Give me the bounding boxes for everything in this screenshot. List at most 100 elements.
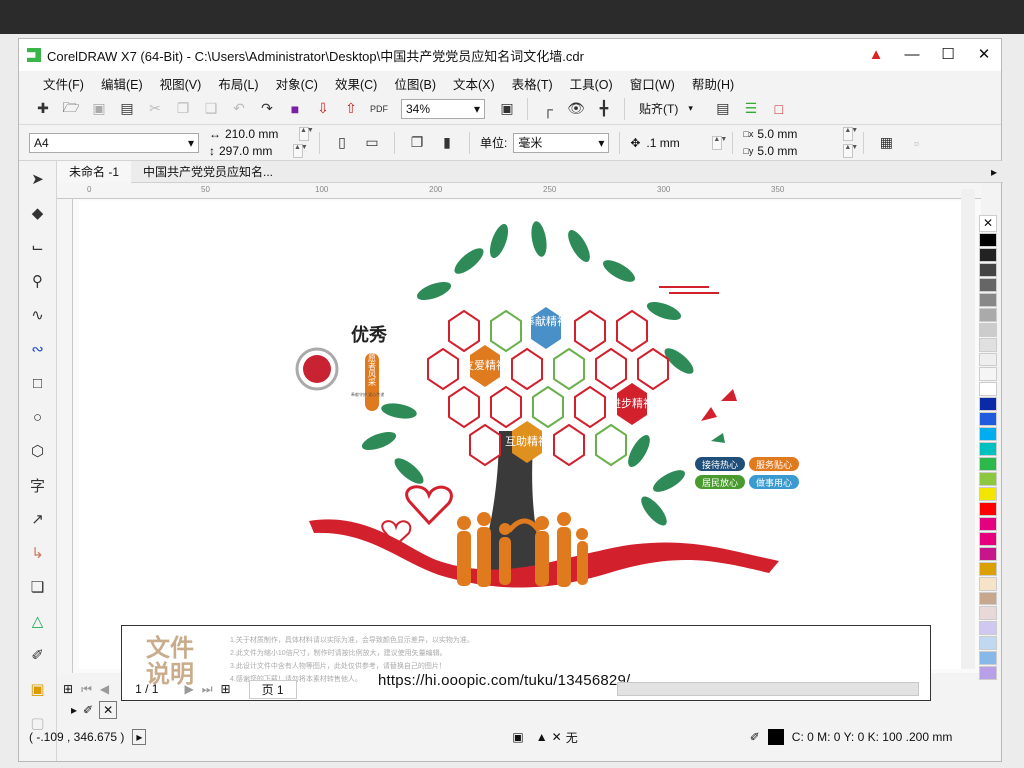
palette-swatch[interactable] xyxy=(979,636,997,651)
menu-layout[interactable]: 布局(L) xyxy=(210,71,267,93)
palette-swatch[interactable] xyxy=(979,262,997,277)
spin-icon[interactable]: ▲▼ xyxy=(299,127,314,141)
current-page-icon[interactable]: ▮ xyxy=(435,131,459,155)
palette-swatch[interactable] xyxy=(979,307,997,322)
palette-swatch[interactable] xyxy=(979,457,997,471)
page-size-dropdown[interactable]: A4 ▾ xyxy=(29,132,199,153)
menu-tools[interactable]: 工具(O) xyxy=(562,71,622,93)
tab-scroll-right-icon[interactable]: ▸ xyxy=(991,165,1003,179)
palette-swatch[interactable] xyxy=(979,606,997,621)
welcome-screen-icon[interactable]: ▤ xyxy=(711,97,735,121)
palette-swatch[interactable] xyxy=(979,666,997,681)
duplicate-x-input[interactable]: 5.0 mm xyxy=(757,127,839,141)
full-screen-icon[interactable]: ▣ xyxy=(495,97,519,121)
palette-swatch[interactable] xyxy=(979,501,997,516)
palette-swatch[interactable] xyxy=(979,247,997,262)
first-page-icon[interactable]: ⏮ xyxy=(81,682,92,697)
menu-file[interactable]: 文件(F) xyxy=(35,71,93,93)
copy-icon[interactable]: ❐ xyxy=(171,97,195,121)
menu-object[interactable]: 对象(C) xyxy=(268,71,327,93)
connector-tool-icon[interactable]: ↳ xyxy=(25,541,51,565)
duplicate-y-input[interactable]: 5.0 mm xyxy=(757,144,839,158)
horizontal-ruler[interactable]: 0 50 100 200 250 300 350 xyxy=(57,183,981,199)
palette-swatch[interactable] xyxy=(979,292,997,307)
text-tool-icon[interactable]: 字 xyxy=(25,473,51,497)
rectangle-tool-icon[interactable]: □ xyxy=(25,371,51,395)
page-tab[interactable]: 页 1 xyxy=(248,679,297,699)
minimize-button[interactable]: — xyxy=(901,43,923,65)
close-button[interactable]: ✕ xyxy=(973,43,995,65)
palette-swatch[interactable] xyxy=(979,397,997,412)
vertical-ruler[interactable] xyxy=(57,199,73,673)
polygon-tool-icon[interactable]: ⬡ xyxy=(25,439,51,463)
next-page-icon[interactable]: ▶ xyxy=(184,682,193,696)
cut-icon[interactable]: ✂ xyxy=(143,97,167,121)
palette-swatch[interactable] xyxy=(979,576,997,591)
landscape-icon[interactable]: ▭ xyxy=(360,131,384,155)
spin-icon[interactable]: ▲▼ xyxy=(843,144,858,158)
tab-untitled[interactable]: 未命名 -1 xyxy=(57,160,132,183)
palette-swatch[interactable] xyxy=(979,427,997,442)
show-guidelines-icon[interactable]: ╋ xyxy=(592,97,616,121)
zoom-level-dropdown[interactable]: 34% ▾ xyxy=(401,98,485,119)
artistic-media-icon[interactable]: ∾ xyxy=(25,337,51,361)
culture-wall-artwork[interactable]: 奉献精神 友爱精神 进步精神 互助精神 优秀 志愿者风采 奉献守护 爱心传递 接… xyxy=(79,201,975,621)
undo-icon[interactable]: ↶ xyxy=(227,97,251,121)
menu-window[interactable]: 窗口(W) xyxy=(622,71,684,93)
zoom-tool-icon[interactable]: ⚲ xyxy=(25,269,51,293)
menu-help[interactable]: 帮助(H) xyxy=(684,71,743,93)
treat-as-filled-icon[interactable]: ▦ xyxy=(874,131,898,155)
palette-swatch[interactable] xyxy=(979,337,997,352)
eyedropper-icon[interactable]: ✐ xyxy=(83,703,93,717)
ellipse-tool-icon[interactable]: ○ xyxy=(25,405,51,429)
palette-swatch[interactable]: ✕ xyxy=(979,215,997,232)
nudge-distance-input[interactable]: .1 mm xyxy=(646,136,706,150)
pick-tool-icon[interactable]: ➤ xyxy=(25,167,51,191)
units-dropdown[interactable]: 毫米 ▾ xyxy=(513,132,610,153)
palette-swatch[interactable] xyxy=(979,352,997,367)
add-page-after-icon[interactable]: ⊞ xyxy=(221,682,231,696)
menu-view[interactable]: 视图(V) xyxy=(152,71,211,93)
palette-swatch[interactable] xyxy=(979,277,997,292)
last-page-icon[interactable]: ⏭ xyxy=(202,682,213,697)
all-pages-icon[interactable]: ❐ xyxy=(405,131,429,155)
document-color-icon[interactable]: ▣ xyxy=(512,730,523,744)
palette-swatch[interactable] xyxy=(979,322,997,337)
menu-table[interactable]: 表格(T) xyxy=(504,71,562,93)
palette-swatch[interactable] xyxy=(979,367,997,382)
interactive-fill-icon[interactable]: ▣ xyxy=(25,677,51,701)
drawing-canvas[interactable]: 0 50 100 200 250 300 350 奉献精神 友爱精神 进步精神 … xyxy=(57,183,981,701)
paste-icon[interactable]: ❑ xyxy=(199,97,223,121)
palette-swatch[interactable] xyxy=(979,621,997,636)
save-icon[interactable]: ▣ xyxy=(87,97,111,121)
add-page-icon[interactable]: ⊞ xyxy=(63,682,73,696)
page-height-input[interactable]: 297.0 mm xyxy=(219,144,289,158)
user-icon[interactable]: ▲ xyxy=(865,43,887,65)
drop-shadow-tool-icon[interactable]: ❏ xyxy=(25,575,51,599)
dimension-tool-icon[interactable]: ↗ xyxy=(25,507,51,531)
redo-icon[interactable]: ↷ xyxy=(255,97,279,121)
tab-document[interactable]: 中国共产党党员应知名... xyxy=(131,161,285,183)
outline-color-swatch[interactable] xyxy=(767,729,784,745)
spin-icon[interactable]: ▲▼ xyxy=(293,144,308,158)
transparency-tool-icon[interactable]: △ xyxy=(25,609,51,633)
palette-swatch[interactable] xyxy=(979,382,997,397)
palette-swatch[interactable] xyxy=(979,516,997,531)
palette-swatch[interactable] xyxy=(979,233,997,247)
status-expand-icon[interactable]: ▸ xyxy=(132,729,147,745)
new-document-icon[interactable]: ✚ xyxy=(31,97,55,121)
no-color-swatch-icon[interactable]: ✕ xyxy=(99,701,118,719)
vertical-scrollbar[interactable] xyxy=(961,189,975,669)
menu-edit[interactable]: 编辑(E) xyxy=(93,71,152,93)
shape-tool-icon[interactable]: ◆ xyxy=(25,201,51,225)
menu-text[interactable]: 文本(X) xyxy=(445,71,504,93)
print-icon[interactable]: ▤ xyxy=(115,97,139,121)
maximize-button[interactable]: ☐ xyxy=(937,43,959,65)
palette-swatch[interactable] xyxy=(979,442,997,457)
snap-to-dropdown[interactable]: 贴齐(T) xyxy=(633,100,684,117)
horizontal-scrollbar[interactable] xyxy=(617,682,919,696)
crop-tool-icon[interactable]: ⌙ xyxy=(25,235,51,259)
palette-swatch[interactable] xyxy=(979,591,997,606)
open-folder-icon[interactable]: 🗁 xyxy=(59,97,83,121)
page-width-input[interactable]: 210.0 mm xyxy=(225,127,295,141)
